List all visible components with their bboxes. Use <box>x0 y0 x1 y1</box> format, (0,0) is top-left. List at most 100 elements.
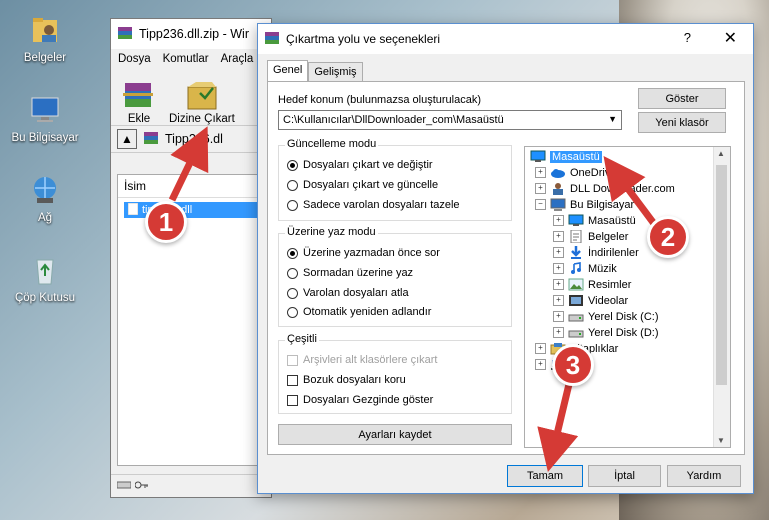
misc-option-keep-broken[interactable]: Bozuk dosyaları koru <box>287 374 406 386</box>
desktop-icon <box>568 214 584 227</box>
option-label: Dosyaları Gezginde göster <box>303 394 434 406</box>
overwrite-option-ask[interactable]: Üzerine yazmadan önce sor <box>287 247 440 259</box>
show-button[interactable]: Göster <box>638 88 726 109</box>
expand-icon[interactable]: + <box>553 231 564 242</box>
desktop-icon-computer[interactable]: Bu Bilgisayar <box>5 92 85 144</box>
desktop-icon-documents[interactable]: Belgeler <box>5 12 85 64</box>
scroll-thumb[interactable] <box>716 165 727 385</box>
scroll-up-icon[interactable]: ▲ <box>717 149 725 158</box>
expand-icon[interactable]: + <box>535 359 546 370</box>
tree-node[interactable]: + Müzik <box>553 262 617 275</box>
ok-button[interactable]: Tamam <box>507 465 583 487</box>
update-mode-group: Güncelleme modu Dosyaları çıkart ve deği… <box>278 138 512 221</box>
update-mode-option-freshen[interactable]: Sadece varolan dosyaları tazele <box>287 199 460 211</box>
chevron-down-icon[interactable]: ▼ <box>608 114 617 124</box>
help-icon[interactable]: ? <box>684 30 691 45</box>
add-label: Ekle <box>127 113 151 125</box>
expand-icon[interactable]: + <box>535 167 546 178</box>
destination-path-input[interactable]: C:\Kullanıcılar\DllDownloader_com\Masaüs… <box>278 110 622 130</box>
dialog-titlebar[interactable]: Çıkartma yolu ve seçenekleri ? ✕ <box>258 24 753 54</box>
up-folder-button[interactable]: ▲ <box>117 129 137 149</box>
tree-node[interactable]: + Yerel Disk (C:) <box>553 310 659 323</box>
tree-node[interactable]: + Yerel Disk (D:) <box>553 326 659 339</box>
cancel-button[interactable]: İptal <box>588 465 661 487</box>
computer-icon <box>27 92 63 128</box>
tree-node[interactable]: − Bu Bilgisayar <box>535 198 634 211</box>
radio-selected[interactable] <box>287 247 298 259</box>
radio-selected[interactable] <box>287 159 298 171</box>
overwrite-option-skip[interactable]: Varolan dosyaları atla <box>287 287 409 299</box>
update-mode-option-replace[interactable]: Dosyaları çıkart ve değiştir <box>287 159 433 171</box>
expand-icon[interactable]: + <box>535 183 546 194</box>
expand-icon[interactable]: + <box>553 311 564 322</box>
checkbox[interactable] <box>287 394 298 406</box>
expand-icon[interactable]: + <box>553 295 564 306</box>
expand-icon[interactable]: + <box>553 247 564 258</box>
misc-option-show-in-explorer[interactable]: Dosyaları Gezginde göster <box>287 394 433 406</box>
tree-node[interactable]: + OneDrive <box>535 166 616 179</box>
tree-node[interactable]: + Videolar <box>553 294 628 307</box>
add-button[interactable]: Ekle <box>119 79 159 125</box>
tree-node[interactable]: Masaüstü <box>530 150 602 163</box>
file-list[interactable]: İsim tipp236.dll <box>117 174 269 466</box>
radio[interactable] <box>287 179 298 191</box>
overwrite-mode-group: Üzerine yaz modu Üzerine yazmadan önce s… <box>278 226 512 327</box>
radio[interactable] <box>287 267 298 279</box>
extract-to-button[interactable]: Dizine Çıkart <box>169 79 235 125</box>
tab-advanced[interactable]: Gelişmiş <box>308 62 363 81</box>
close-icon[interactable]: ✕ <box>724 28 737 48</box>
scroll-down-icon[interactable]: ▼ <box>717 436 725 445</box>
dialog-title: Çıkartma yolu ve seçenekleri <box>286 32 441 46</box>
expand-icon[interactable]: + <box>535 343 546 354</box>
expand-icon[interactable]: + <box>553 263 564 274</box>
tree-node[interactable]: + Masaüstü <box>553 214 636 227</box>
new-folder-button[interactable]: Yeni klasör <box>638 112 726 133</box>
radio[interactable] <box>287 306 298 318</box>
extract-dialog[interactable]: Çıkartma yolu ve seçenekleri ? ✕ Genel G… <box>257 23 754 494</box>
desktop-icon <box>530 150 546 163</box>
tree-node-label: Videolar <box>588 294 629 307</box>
overwrite-option-no-ask[interactable]: Sormadan üzerine yaz <box>287 267 413 279</box>
update-mode-option-update[interactable]: Dosyaları çıkart ve güncelle <box>287 179 438 191</box>
checkbox[interactable] <box>287 374 298 386</box>
network-icon <box>27 172 63 208</box>
tree-node[interactable]: + İndirilenler <box>553 246 639 259</box>
radio[interactable] <box>287 287 298 299</box>
menu-item-commands[interactable]: Komutlar <box>163 53 209 65</box>
desktop-icon-label: Bu Bilgisayar <box>11 132 79 144</box>
tree-node[interactable]: + Resimler <box>553 278 631 291</box>
expand-icon[interactable]: + <box>553 327 564 338</box>
desktop-icon-recycle-bin[interactable]: Çöp Kutusu <box>5 252 85 304</box>
step-badge-1: 1 <box>145 201 187 243</box>
dialog-tabs: Genel Gelişmiş <box>267 60 363 81</box>
step-badge-2: 2 <box>647 216 689 258</box>
expand-icon[interactable]: + <box>553 215 564 226</box>
tree-node[interactable]: + DLL Downloader.com <box>535 182 675 195</box>
destination-path-value: C:\Kullanıcılar\DllDownloader_com\Masaüs… <box>283 114 504 126</box>
desktop-icon-label: Çöp Kutusu <box>14 292 76 304</box>
tree-node[interactable]: + Belgeler <box>553 229 628 244</box>
option-label: Üzerine yazmadan önce sor <box>303 247 440 259</box>
radio[interactable] <box>287 199 298 211</box>
desktop-icon-network[interactable]: Ağ <box>5 172 85 224</box>
save-settings-button[interactable]: Ayarları kaydet <box>278 424 512 445</box>
winrar-titlebar[interactable]: Tipp236.dll.zip - Wir <box>111 19 271 49</box>
documents-folder-icon <box>27 12 63 48</box>
collapse-icon[interactable]: − <box>535 199 546 210</box>
column-header-name[interactable]: İsim <box>118 175 268 198</box>
disk-icon <box>568 326 584 339</box>
tree-scrollbar[interactable]: ▲ ▼ <box>713 147 730 447</box>
menu-item-tools[interactable]: Araçla <box>221 53 254 65</box>
up-arrow-icon: ▲ <box>121 132 133 146</box>
tab-general[interactable]: Genel <box>267 60 309 81</box>
menu-item-file[interactable]: Dosya <box>118 53 151 65</box>
misc-title: Çeşitli <box>285 333 319 345</box>
folder-tree[interactable]: Masaüstü + OneDrive + DLL Downloader.com − Bu … <box>524 146 731 448</box>
help-button[interactable]: Yardım <box>667 465 741 487</box>
expand-icon[interactable]: + <box>553 279 564 290</box>
winrar-window[interactable]: Tipp236.dll.zip - Wir Dosya Komutlar Ara… <box>110 18 277 498</box>
option-label: Sadece varolan dosyaları tazele <box>303 199 460 211</box>
overwrite-option-rename[interactable]: Otomatik yeniden adlandır <box>287 306 431 318</box>
archive-icon <box>143 131 159 148</box>
cloud-icon <box>550 166 566 179</box>
